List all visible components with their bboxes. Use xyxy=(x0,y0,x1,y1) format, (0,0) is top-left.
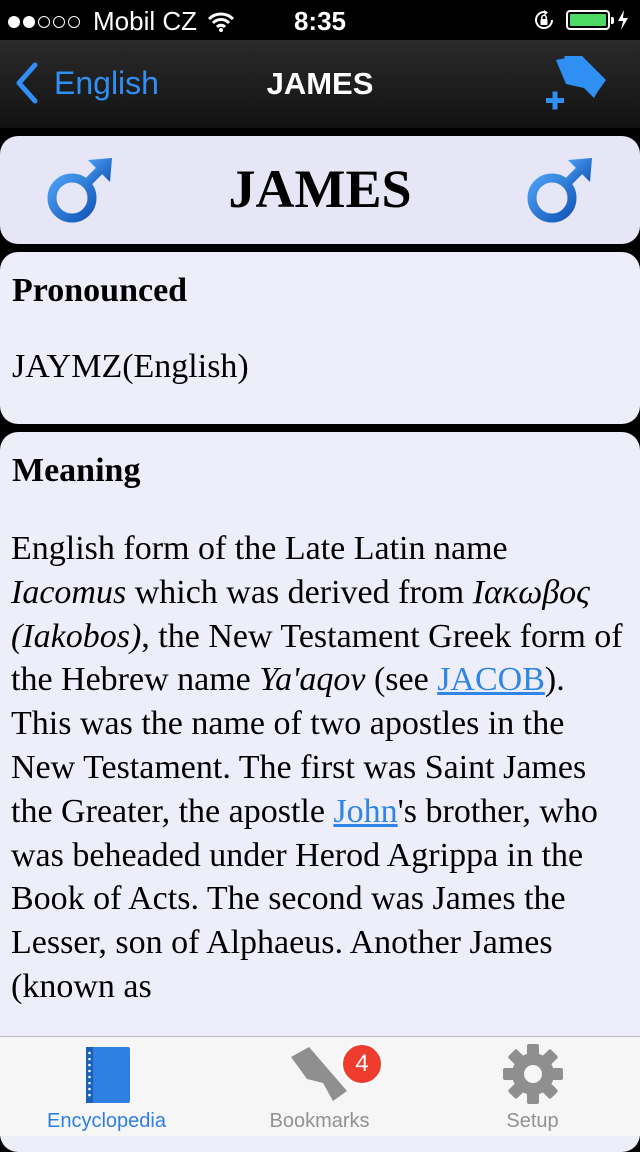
meaning-text-segment: which was derived from xyxy=(126,573,473,611)
charging-icon xyxy=(618,10,628,30)
link-jacob[interactable]: JACOB xyxy=(437,661,545,698)
male-symbol-icon xyxy=(47,158,112,223)
bookmarks-badge: 4 xyxy=(341,1043,383,1085)
status-bar: Mobil CZ 8:35 xyxy=(0,0,640,40)
meaning-italic: Iacomus xyxy=(11,573,127,611)
status-right xyxy=(532,8,630,32)
rotation-lock-icon xyxy=(535,10,554,29)
book-icon xyxy=(85,1047,130,1103)
pronounced-card: Pronounced JAYMZ(English) xyxy=(0,252,640,424)
tab-label: Encyclopedia xyxy=(47,1110,166,1132)
meaning-text-segment: (see xyxy=(365,661,438,699)
pronounced-value: JAYMZ(English) xyxy=(12,348,249,385)
male-symbol-icon xyxy=(527,158,592,223)
meaning-heading: Meaning xyxy=(12,452,141,489)
link-john[interactable]: John xyxy=(333,793,397,830)
tab-encyclopedia[interactable]: Encyclopedia xyxy=(0,1037,213,1137)
meaning-italic: Ya'aqov xyxy=(259,661,366,699)
meaning-text-segment: English form of the Late Latin name xyxy=(11,530,508,567)
tab-bookmarks[interactable]: 4 Bookmarks xyxy=(213,1037,426,1137)
bookmark-add-icon xyxy=(546,56,606,110)
gear-icon xyxy=(502,1044,563,1104)
pronounced-heading: Pronounced xyxy=(12,272,188,309)
tab-label: Bookmarks xyxy=(269,1110,370,1132)
tab-bar: Encyclopedia 4 Bookmarks Setup xyxy=(0,1036,640,1136)
tab-setup[interactable]: Setup xyxy=(426,1037,639,1137)
battery-icon xyxy=(566,10,614,30)
add-bookmark-button[interactable] xyxy=(544,54,608,117)
navigation-bar: English JAMES xyxy=(0,40,640,128)
meaning-text: English form of the Late Latin name Iaco… xyxy=(11,527,631,1009)
tab-label: Setup xyxy=(506,1110,559,1132)
